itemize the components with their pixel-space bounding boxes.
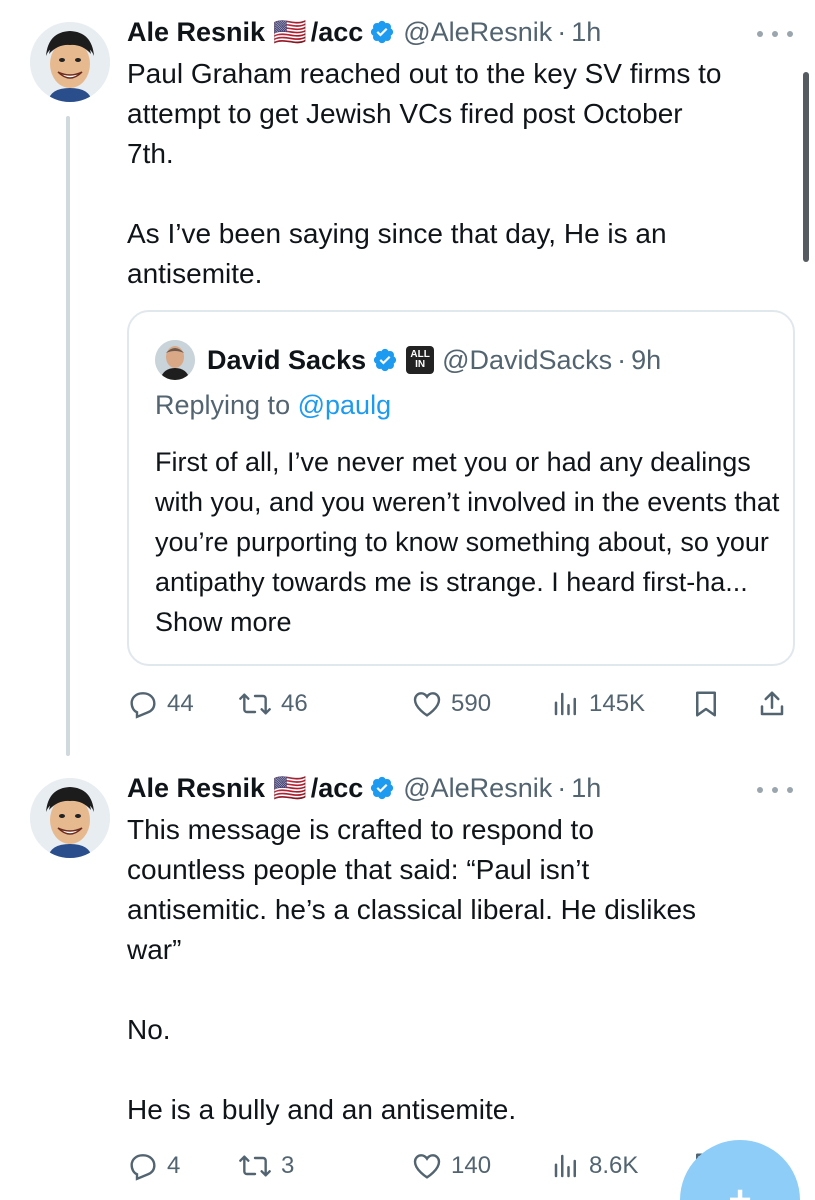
- repost-count: 3: [281, 1152, 295, 1179]
- author-name-suffix[interactable]: /acc: [311, 773, 364, 804]
- author-handle[interactable]: @AleResnik: [403, 17, 552, 48]
- tweet-header: Ale Resnik 🇺🇸 /acc @AleResnik · 1h: [127, 768, 601, 808]
- all-in-affiliate-badge[interactable]: ALL IN: [406, 346, 435, 374]
- tweet-2[interactable]: Ale Resnik 🇺🇸 /acc @AleResnik · 1h This …: [0, 750, 815, 1200]
- like-icon: [411, 1150, 443, 1182]
- author-avatar[interactable]: [30, 22, 110, 102]
- views-button[interactable]: 145K: [551, 684, 645, 724]
- like-button[interactable]: 590: [411, 684, 491, 724]
- more-icon[interactable]: [757, 24, 793, 44]
- repost-button[interactable]: 3: [237, 1146, 294, 1186]
- repost-button[interactable]: 46: [237, 684, 308, 724]
- repost-count: 46: [281, 690, 308, 717]
- reply-icon: [127, 688, 159, 720]
- reply-count: 4: [167, 1152, 181, 1179]
- author-name-suffix[interactable]: /acc: [311, 17, 364, 48]
- verified-badge-icon: [372, 347, 398, 373]
- like-count: 590: [451, 690, 492, 717]
- quoted-text-body: First of all, I’ve never met you or had …: [155, 447, 780, 597]
- repost-icon: [237, 688, 273, 720]
- thread-connector-line: [66, 116, 70, 756]
- reply-button[interactable]: 44: [127, 684, 194, 724]
- badge-line-2: IN: [415, 359, 426, 370]
- compose-icon: +: [728, 1178, 752, 1200]
- bookmark-button[interactable]: [691, 684, 721, 724]
- quoted-author-name[interactable]: David Sacks: [207, 345, 366, 376]
- more-icon[interactable]: [757, 780, 793, 800]
- us-flag-emoji: 🇺🇸: [273, 17, 307, 47]
- show-more-link[interactable]: Show more: [155, 607, 292, 637]
- views-icon: [551, 1150, 581, 1182]
- replying-to: Replying to @paulg: [155, 390, 391, 421]
- author-name[interactable]: Ale Resnik: [127, 17, 265, 48]
- tweet-actions: 44 46 590 145K: [127, 684, 797, 724]
- repost-icon: [237, 1150, 273, 1182]
- like-button[interactable]: 140: [411, 1146, 491, 1186]
- separator-dot: ·: [557, 16, 567, 47]
- scrollbar[interactable]: [803, 72, 809, 262]
- share-button[interactable]: [757, 684, 787, 724]
- views-icon: [551, 688, 581, 720]
- quoted-tweet-text: First of all, I’ve never met you or had …: [155, 442, 785, 642]
- like-icon: [411, 688, 443, 720]
- quoted-author-avatar: [155, 340, 195, 380]
- author-handle[interactable]: @AleResnik: [403, 773, 552, 804]
- quoted-timestamp[interactable]: 9h: [631, 345, 661, 376]
- author-name[interactable]: Ale Resnik: [127, 773, 265, 804]
- like-count: 140: [451, 1152, 492, 1179]
- quoted-tweet[interactable]: David Sacks ALL IN @DavidSacks · 9h Repl…: [127, 310, 795, 666]
- bookmark-icon: [691, 688, 721, 720]
- tweet-timestamp[interactable]: 1h: [571, 773, 601, 804]
- views-count: 8.6K: [589, 1152, 639, 1179]
- views-button[interactable]: 8.6K: [551, 1146, 638, 1186]
- us-flag-emoji: 🇺🇸: [273, 773, 307, 803]
- tweet-text: This message is crafted to respond to co…: [127, 814, 697, 1125]
- quoted-tweet-header: David Sacks ALL IN @DavidSacks · 9h: [155, 340, 661, 380]
- views-count: 145K: [589, 690, 646, 717]
- replying-to-mention[interactable]: @paulg: [298, 390, 391, 420]
- author-avatar[interactable]: [30, 778, 110, 858]
- replying-to-label: Replying to: [155, 390, 291, 420]
- tweet-text: Paul Graham reached out to the key SV fi…: [127, 58, 722, 289]
- reply-count: 44: [167, 690, 194, 717]
- quoted-author-handle[interactable]: @DavidSacks: [442, 345, 612, 376]
- verified-badge-icon: [369, 775, 395, 801]
- reply-button[interactable]: 4: [127, 1146, 180, 1186]
- tweet-header: Ale Resnik 🇺🇸 /acc @AleResnik · 1h: [127, 12, 601, 52]
- share-icon: [757, 688, 787, 720]
- separator-dot: ·: [617, 344, 627, 375]
- verified-badge-icon: [369, 19, 395, 45]
- reply-icon: [127, 1150, 159, 1182]
- tweet-timestamp[interactable]: 1h: [571, 17, 601, 48]
- separator-dot: ·: [557, 772, 567, 803]
- tweet-1[interactable]: Ale Resnik 🇺🇸 /acc @AleResnik · 1h Paul …: [0, 0, 815, 756]
